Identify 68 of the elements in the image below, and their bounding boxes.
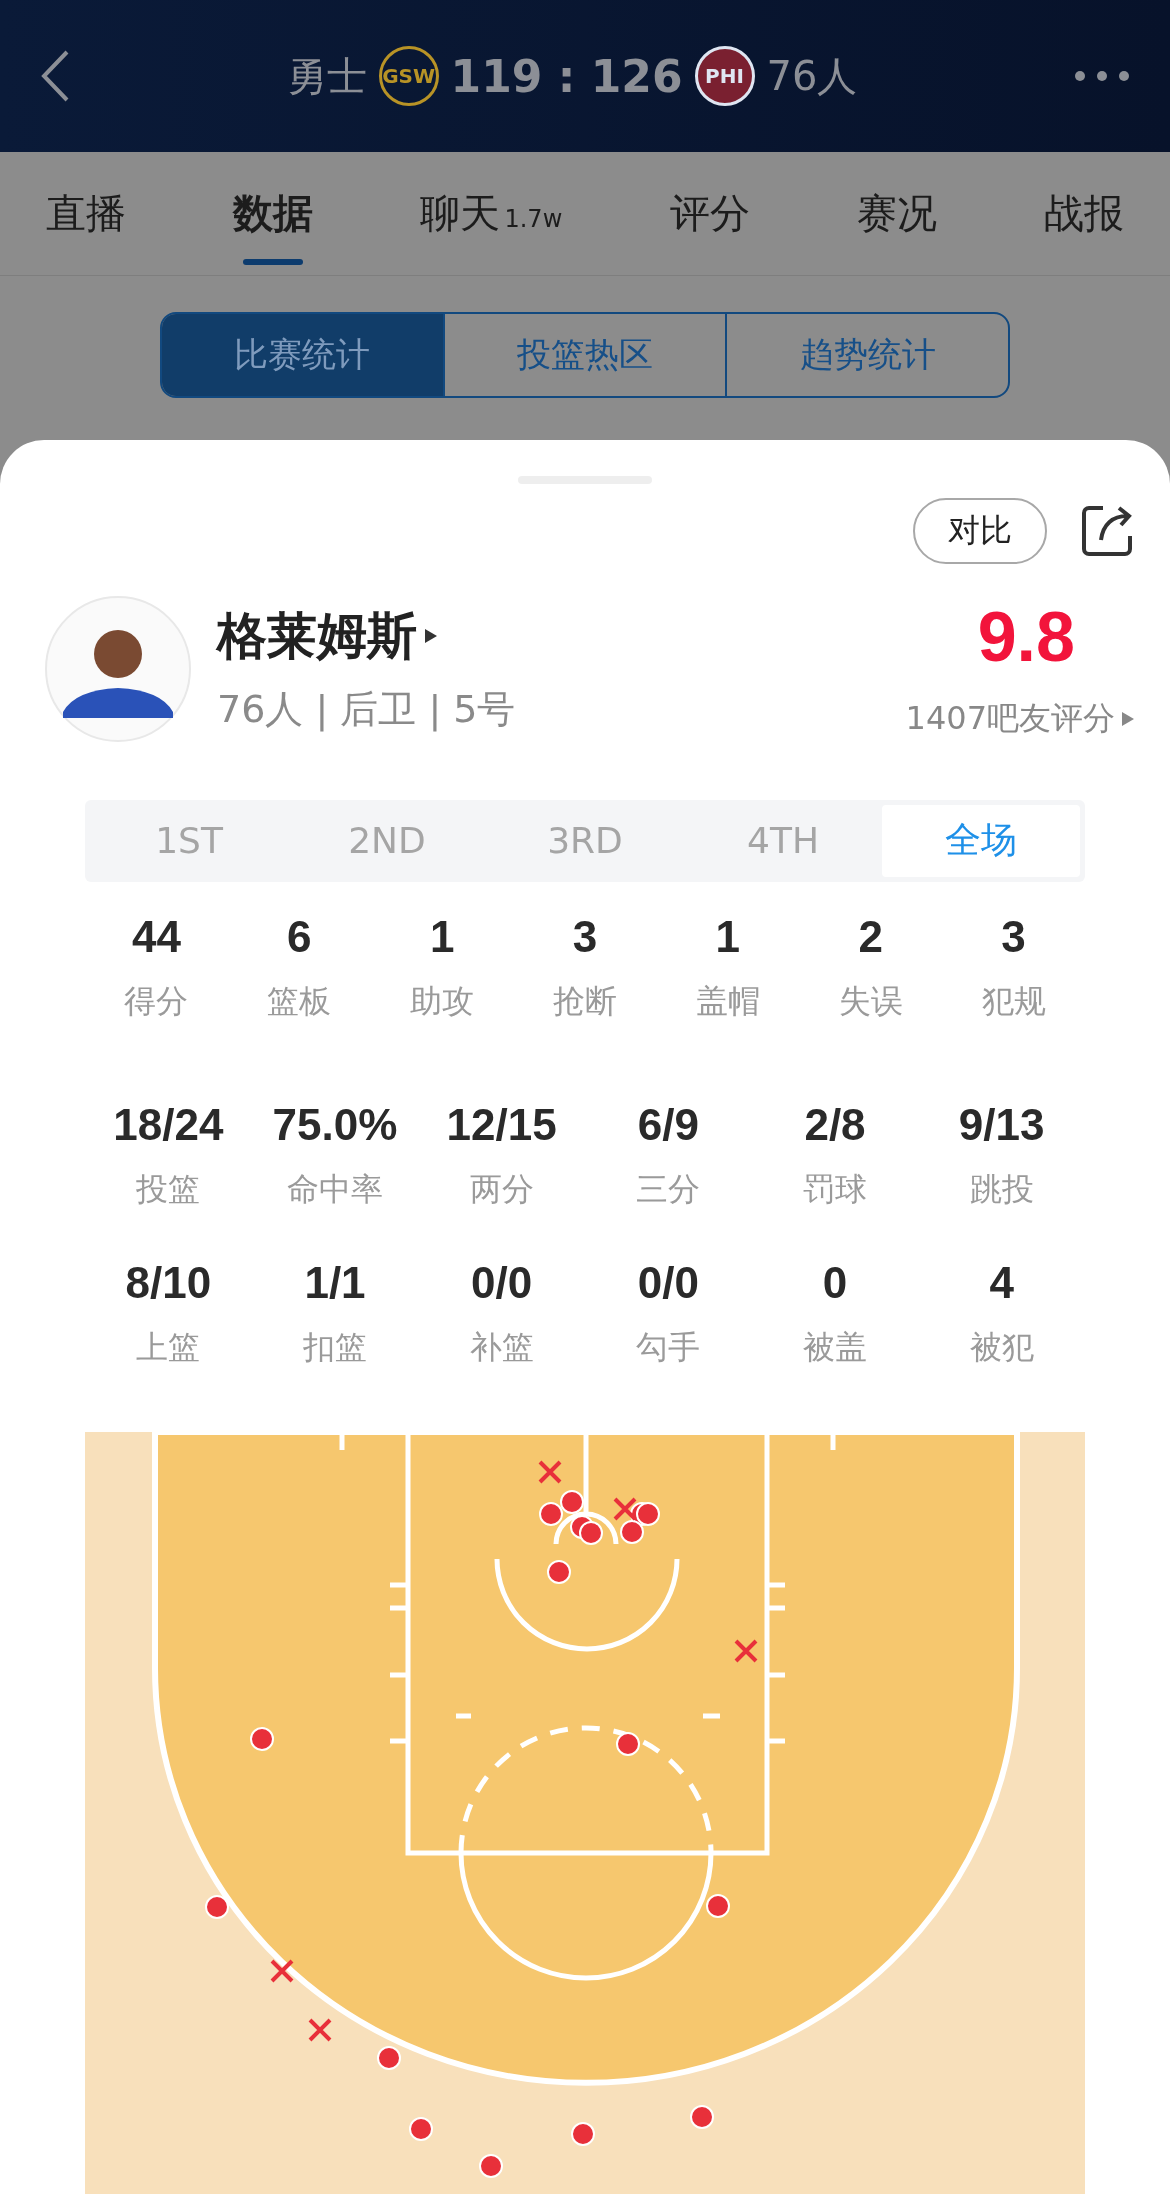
stat-label: 助攻 [410, 981, 475, 1022]
stat-label: 被盖 [803, 1327, 867, 1368]
player-info: 76人 | 后卫 | 5号 [217, 685, 517, 734]
triangle-icon [423, 627, 439, 646]
nav-tab[interactable]: 评分 [669, 162, 750, 265]
stat-value: 1 [429, 912, 455, 962]
stat-value: 75.0% [272, 1100, 398, 1150]
stat-value: 0 [822, 1258, 848, 1308]
player-rating: 9.8 [977, 596, 1075, 677]
stat-value: 2/8 [804, 1100, 866, 1150]
stat-label: 投篮 [136, 1169, 201, 1210]
stat-value: 3 [1001, 912, 1026, 962]
stat-label: 得分 [124, 981, 189, 1022]
stat-value: 12/15 [446, 1100, 557, 1150]
segment-tab[interactable]: 比赛统计 [162, 314, 443, 396]
team-logo: GSW [378, 46, 439, 106]
period-tab[interactable]: 3RD [486, 804, 684, 877]
stat-value: 1/1 [304, 1258, 366, 1308]
stat-label: 扣篮 [303, 1327, 367, 1368]
nav-tab[interactable]: 聊天 1.7w [420, 162, 563, 265]
stat-label: 勾手 [636, 1327, 701, 1368]
stat-value: 0/0 [471, 1258, 533, 1308]
stat-label: 三分 [636, 1169, 701, 1210]
team-name: 勇士 [286, 51, 367, 101]
stat-value: 44 [131, 912, 181, 962]
stat-label: 被犯 [969, 1327, 1034, 1368]
rating-link[interactable]: 1407吧友评分 [905, 696, 1115, 741]
stat-value: 6/9 [637, 1100, 699, 1150]
stat-label: 失误 [838, 981, 903, 1022]
segment-tab[interactable]: 投篮热区 [442, 314, 726, 396]
team-logo: PHI [694, 46, 755, 106]
stat-value: 9/13 [958, 1100, 1045, 1150]
stat-value: 8/10 [125, 1258, 212, 1308]
stat-value: 3 [572, 912, 598, 962]
stat-value: 1 [715, 912, 741, 962]
stat-label: 犯规 [981, 981, 1046, 1022]
stat-label: 两分 [469, 1169, 534, 1210]
player-name[interactable]: 格莱姆斯 [217, 602, 417, 670]
stat-value: 6 [287, 912, 312, 962]
triangle-icon [1121, 709, 1135, 728]
more-icon[interactable] [1074, 70, 1130, 82]
stat-label: 跳投 [969, 1169, 1034, 1210]
compare-button[interactable]: 对比 [913, 497, 1047, 564]
stat-label: 抢断 [553, 981, 617, 1022]
count-label: 1.7w [504, 205, 563, 233]
game-score: 119 : 126 [450, 50, 683, 102]
stat-value: 18/24 [113, 1100, 224, 1150]
stat-label: 命中率 [287, 1169, 383, 1210]
team-name: 76人 [766, 51, 858, 101]
period-tab[interactable]: 2ND [288, 804, 486, 877]
period-tab[interactable]: 4TH [684, 804, 882, 877]
segment-tab[interactable]: 趋势统计 [725, 314, 1008, 396]
period-tab[interactable]: 全场 [882, 804, 1080, 877]
stat-label: 盖帽 [695, 981, 760, 1022]
stat-value: 2 [858, 912, 883, 962]
stat-label: 罚球 [803, 1169, 867, 1210]
nav-tab[interactable]: 数据 [233, 162, 314, 265]
stat-value: 0/0 [637, 1258, 699, 1308]
stat-label: 篮板 [267, 981, 332, 1022]
period-tab[interactable]: 1ST [90, 804, 288, 877]
nav-tab[interactable]: 直播 [46, 162, 126, 265]
back-icon[interactable] [40, 49, 70, 103]
nav-tab[interactable]: 战报 [1043, 162, 1124, 265]
stat-value: 4 [989, 1258, 1014, 1308]
stat-label: 上篮 [136, 1327, 201, 1368]
nav-tab[interactable]: 赛况 [856, 162, 937, 265]
share-icon[interactable] [1081, 503, 1135, 558]
stat-label: 补篮 [469, 1327, 534, 1368]
